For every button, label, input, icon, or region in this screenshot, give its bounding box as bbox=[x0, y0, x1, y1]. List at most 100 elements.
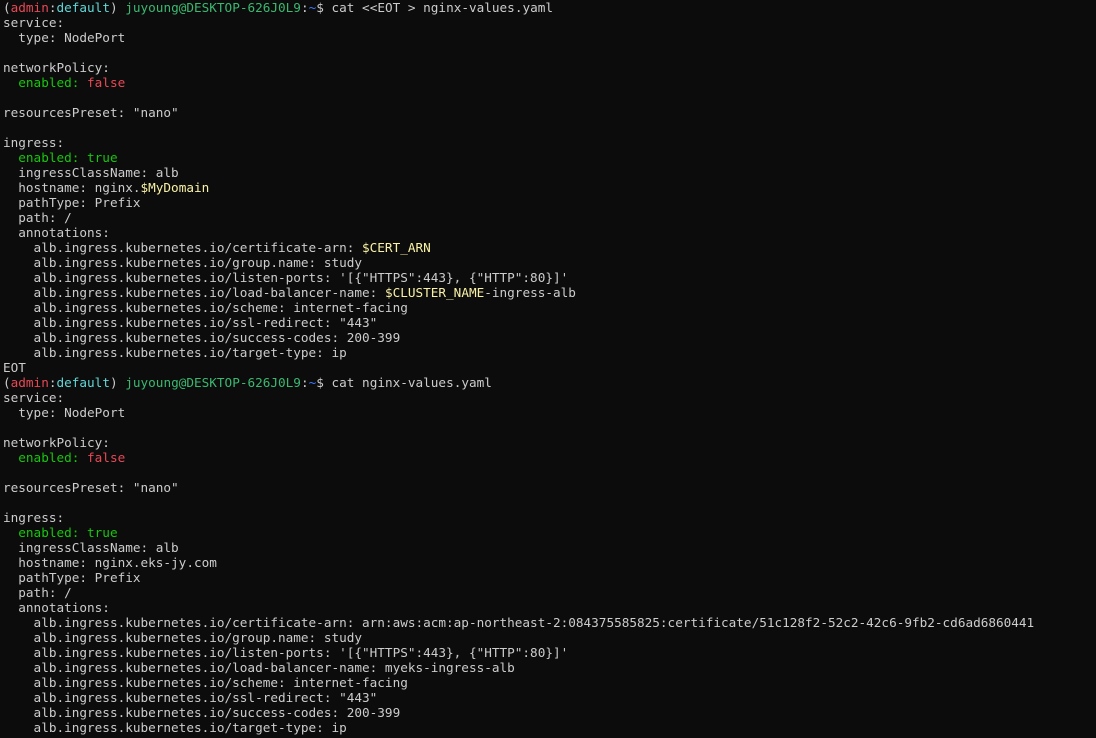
text-segment: default bbox=[56, 375, 110, 390]
text-segment: false bbox=[87, 450, 126, 465]
output-line: alb.ingress.kubernetes.io/load-balancer-… bbox=[3, 285, 1096, 300]
text-segment: resourcesPreset: "nano" bbox=[3, 480, 179, 495]
text-segment: annotations: bbox=[3, 600, 110, 615]
text-segment bbox=[79, 75, 87, 90]
output-line: alb.ingress.kubernetes.io/success-codes:… bbox=[3, 705, 1096, 720]
text-segment: networkPolicy: bbox=[3, 435, 110, 450]
text-segment: ) bbox=[109, 0, 126, 15]
output-line: EOT bbox=[3, 360, 1096, 375]
text-segment: EOT bbox=[3, 360, 26, 375]
text-segment: enabled: bbox=[18, 75, 80, 90]
text-segment: $ cat nginx-values.yaml bbox=[316, 375, 492, 390]
terminal-output: (admin:default) juyoung@DESKTOP-626J0L9:… bbox=[3, 0, 1096, 735]
text-segment: enabled: bbox=[18, 525, 80, 540]
output-line: alb.ingress.kubernetes.io/ssl-redirect: … bbox=[3, 690, 1096, 705]
text-segment: networkPolicy: bbox=[3, 60, 110, 75]
output-line: alb.ingress.kubernetes.io/group.name: st… bbox=[3, 255, 1096, 270]
output-line: resourcesPreset: "nano" bbox=[3, 105, 1096, 120]
text-segment: type: NodePort bbox=[3, 405, 126, 420]
output-line: resourcesPreset: "nano" bbox=[3, 480, 1096, 495]
text-segment: ( bbox=[3, 375, 11, 390]
output-line: type: NodePort bbox=[3, 30, 1096, 45]
text-segment: hostname: nginx.eks-jy.com bbox=[3, 555, 217, 570]
text-segment: admin bbox=[10, 0, 49, 15]
output-line: ingressClassName: alb bbox=[3, 165, 1096, 180]
text-segment bbox=[3, 75, 18, 90]
output-line: ingress: bbox=[3, 510, 1096, 525]
output-line: annotations: bbox=[3, 600, 1096, 615]
output-line: enabled: true bbox=[3, 150, 1096, 165]
text-segment: path: / bbox=[3, 585, 72, 600]
text-segment: resourcesPreset: "nano" bbox=[3, 105, 179, 120]
text-segment: alb.ingress.kubernetes.io/group.name: st… bbox=[3, 630, 363, 645]
text-segment: ingress: bbox=[3, 135, 65, 150]
text-segment: default bbox=[56, 0, 110, 15]
text-segment: ( bbox=[3, 0, 11, 15]
text-segment: alb.ingress.kubernetes.io/ssl-redirect: … bbox=[3, 690, 378, 705]
text-segment: enabled: bbox=[18, 450, 80, 465]
text-segment: alb.ingress.kubernetes.io/listen-ports: … bbox=[3, 645, 569, 660]
text-segment: ingressClassName: alb bbox=[3, 165, 179, 180]
text-segment: type: NodePort bbox=[3, 30, 126, 45]
output-line: ingress: bbox=[3, 135, 1096, 150]
text-segment: hostname: nginx. bbox=[3, 180, 141, 195]
output-line: alb.ingress.kubernetes.io/scheme: intern… bbox=[3, 675, 1096, 690]
text-segment: enabled: bbox=[18, 150, 80, 165]
output-line: alb.ingress.kubernetes.io/certificate-ar… bbox=[3, 615, 1096, 630]
text-segment: pathType: Prefix bbox=[3, 570, 141, 585]
output-line: alb.ingress.kubernetes.io/load-balancer-… bbox=[3, 660, 1096, 675]
output-line: networkPolicy: bbox=[3, 435, 1096, 450]
text-segment: ingressClassName: alb bbox=[3, 540, 179, 555]
text-segment: alb.ingress.kubernetes.io/scheme: intern… bbox=[3, 675, 408, 690]
text-segment: service: bbox=[3, 390, 65, 405]
text-segment bbox=[3, 525, 18, 540]
text-segment bbox=[79, 525, 87, 540]
text-segment: alb.ingress.kubernetes.io/target-type: i… bbox=[3, 345, 347, 360]
output-line: hostname: nginx.eks-jy.com bbox=[3, 555, 1096, 570]
output-line: service: bbox=[3, 15, 1096, 30]
text-segment: alb.ingress.kubernetes.io/load-balancer-… bbox=[3, 660, 515, 675]
text-segment: alb.ingress.kubernetes.io/target-type: i… bbox=[3, 720, 347, 735]
output-line: enabled: false bbox=[3, 75, 1096, 90]
output-line: alb.ingress.kubernetes.io/success-codes:… bbox=[3, 330, 1096, 345]
text-segment: $MyDomain bbox=[140, 180, 210, 195]
text-segment: juyoung@DESKTOP-626J0L9 bbox=[125, 375, 301, 390]
text-segment bbox=[3, 150, 18, 165]
text-segment: alb.ingress.kubernetes.io/success-codes:… bbox=[3, 330, 401, 345]
text-segment: ) bbox=[109, 375, 126, 390]
text-segment: -ingress-alb bbox=[484, 285, 576, 300]
text-segment: annotations: bbox=[3, 225, 110, 240]
text-segment bbox=[3, 450, 18, 465]
text-segment: true bbox=[87, 150, 118, 165]
text-segment: : bbox=[300, 0, 309, 15]
output-line: alb.ingress.kubernetes.io/scheme: intern… bbox=[3, 300, 1096, 315]
text-segment: : bbox=[300, 375, 309, 390]
text-segment: true bbox=[87, 525, 118, 540]
text-segment: pathType: Prefix bbox=[3, 195, 141, 210]
output-line: ingressClassName: alb bbox=[3, 540, 1096, 555]
output-line: alb.ingress.kubernetes.io/listen-ports: … bbox=[3, 270, 1096, 285]
prompt-line: (admin:default) juyoung@DESKTOP-626J0L9:… bbox=[3, 375, 1096, 390]
terminal-window[interactable]: (admin:default) juyoung@DESKTOP-626J0L9:… bbox=[0, 0, 1096, 738]
output-line: alb.ingress.kubernetes.io/target-type: i… bbox=[3, 345, 1096, 360]
output-line: alb.ingress.kubernetes.io/target-type: i… bbox=[3, 720, 1096, 735]
text-segment: alb.ingress.kubernetes.io/scheme: intern… bbox=[3, 300, 408, 315]
text-segment: juyoung@DESKTOP-626J0L9 bbox=[125, 0, 301, 15]
output-line: alb.ingress.kubernetes.io/listen-ports: … bbox=[3, 645, 1096, 660]
output-line: type: NodePort bbox=[3, 405, 1096, 420]
text-segment: alb.ingress.kubernetes.io/certificate-ar… bbox=[3, 240, 363, 255]
text-segment: alb.ingress.kubernetes.io/group.name: st… bbox=[3, 255, 363, 270]
text-segment: alb.ingress.kubernetes.io/ssl-redirect: … bbox=[3, 315, 378, 330]
text-segment: alb.ingress.kubernetes.io/certificate-ar… bbox=[3, 615, 1035, 630]
text-segment: $CERT_ARN bbox=[362, 240, 431, 255]
output-line: annotations: bbox=[3, 225, 1096, 240]
output-line: enabled: true bbox=[3, 525, 1096, 540]
text-segment bbox=[79, 150, 87, 165]
prompt-line: (admin:default) juyoung@DESKTOP-626J0L9:… bbox=[3, 0, 1096, 15]
output-line: alb.ingress.kubernetes.io/ssl-redirect: … bbox=[3, 315, 1096, 330]
text-segment: ingress: bbox=[3, 510, 65, 525]
output-line: networkPolicy: bbox=[3, 60, 1096, 75]
